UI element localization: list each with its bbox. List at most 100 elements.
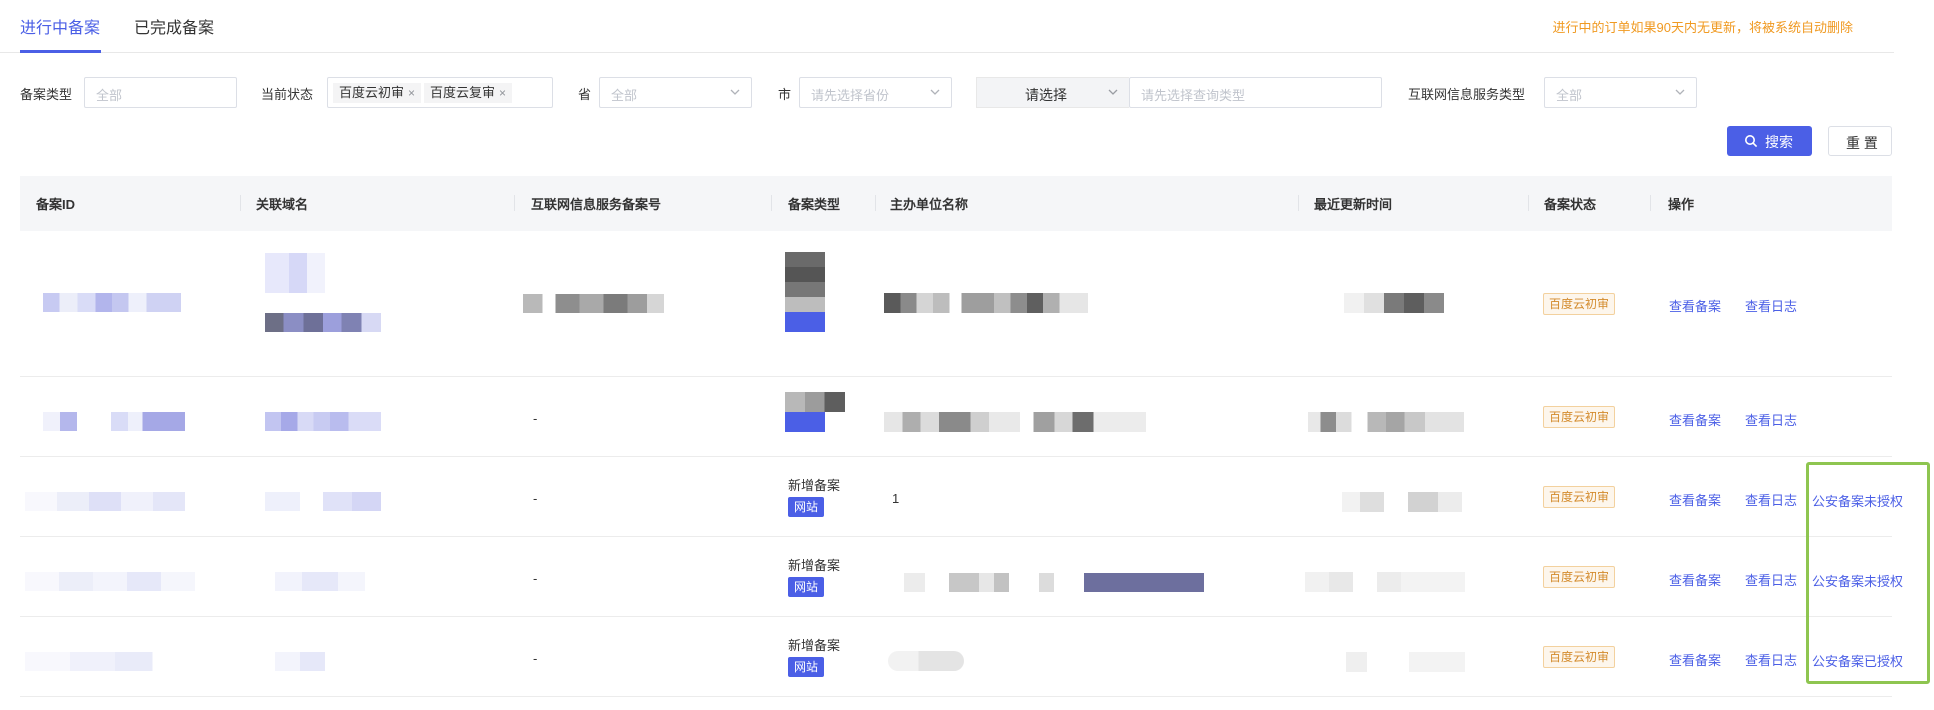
service-number: - [533,411,538,426]
masked-updated-time [1305,572,1465,592]
tab-bar: 进行中备案 已完成备案 进行中的订单如果90天内无更新，将被系统自动删除 [0,0,1894,53]
status-tag-review-label: 百度云复审 [430,85,496,100]
masked-record-id [25,572,195,591]
status-badge: 百度云初审 [1543,646,1616,668]
status-badge: 百度云初审 [1543,293,1616,315]
tab-completed[interactable]: 已完成备案 [134,14,214,38]
current-status-label: 当前状态 [261,87,314,102]
col-domain: 关联域名 [256,197,309,212]
service-type-label: 互联网信息服务类型 [1408,87,1526,102]
view-log-link[interactable]: 查看日志 [1745,410,1797,429]
active-tab-indicator [20,50,101,53]
column-divider [240,195,241,211]
col-updated-time: 最近更新时间 [1314,197,1393,212]
view-record-link[interactable]: 查看备案 [1669,490,1721,509]
reset-button[interactable]: 重 置 [1828,126,1892,156]
table-header: 备案ID 关联域名 互联网信息服务备案号 备案类型 主办单位名称 最近更新时间 … [20,176,1892,231]
col-actions: 操作 [1668,197,1695,212]
view-log-link[interactable]: 查看日志 [1745,650,1797,669]
masked-updated-time [1325,652,1465,672]
masked-domain [265,253,325,293]
search-button-label: 搜索 [1765,134,1793,150]
masked-org-name [884,412,1146,432]
record-type-title: 新增备案 [788,558,841,573]
record-type-label: 备案类型 [20,87,73,102]
col-status: 备案状态 [1544,197,1597,212]
search-icon [1745,135,1758,148]
auto-delete-notice: 进行中的订单如果90天内无更新，将被系统自动删除 [1552,20,1853,35]
masked-record-id [43,293,181,312]
masked-org-name [884,293,1088,313]
status-badge: 百度云初审 [1543,406,1616,428]
query-type-select[interactable]: 请选择 [976,77,1129,108]
masked-domain [265,412,381,431]
column-divider [514,195,515,211]
masked-type-tag [785,412,825,432]
record-type-input[interactable]: 全部 [84,77,237,108]
police-record-link[interactable]: 公安备案未授权 [1812,491,1903,510]
close-icon[interactable]: × [499,86,506,100]
masked-domain [265,313,381,332]
table-row: - 新增备案 网站 1 百度云初审 查看备案 查看日志 公安备案未授权 [20,457,1903,537]
province-select[interactable]: 全部 [599,77,752,108]
table-row: - 百度云初审 查看备案 查看日志 [20,377,1892,457]
service-type-select[interactable]: 全部 [1544,77,1697,108]
search-button[interactable]: 搜索 [1727,126,1812,156]
province-placeholder: 全部 [611,88,638,103]
tab-in-progress[interactable]: 进行中备案 [20,14,100,38]
masked-record-type [785,252,825,312]
col-record-id: 备案ID [36,197,76,212]
view-log-link[interactable]: 查看日志 [1745,490,1797,509]
table-row: - 新增备案 网站 百度云初审 查看备案 查看日志 公安备案未授权 [20,537,1903,617]
view-log-link[interactable]: 查看日志 [1745,296,1797,315]
masked-record-id [25,652,175,671]
police-record-link[interactable]: 公安备案未授权 [1812,571,1903,590]
column-divider [1528,195,1529,211]
police-record-link[interactable]: 公安备案已授权 [1812,651,1903,670]
status-badge: 百度云初审 [1543,486,1616,508]
view-record-link[interactable]: 查看备案 [1669,650,1721,669]
masked-updated-time [1344,293,1444,313]
column-divider [1650,195,1651,211]
chevron-down-icon [930,89,940,95]
masked-org-name [888,651,964,671]
col-org-name: 主办单位名称 [890,197,969,212]
record-type-placeholder: 全部 [96,88,123,103]
masked-type-tag [785,312,825,332]
reset-button-label: 重 置 [1846,135,1878,151]
masked-record-type [785,392,845,412]
service-number: - [533,491,538,506]
close-icon[interactable]: × [408,86,415,100]
masked-service-number [523,294,664,313]
status-badge: 百度云初审 [1543,566,1616,588]
status-tag-initial-label: 百度云初审 [339,85,405,100]
masked-domain [275,572,365,591]
column-divider [875,195,876,211]
table-row: - 新增备案 网站 百度云初审 查看备案 查看日志 公安备案已授权 [20,617,1903,697]
service-number: - [533,651,538,666]
record-type-title: 新增备案 [788,638,841,653]
city-label: 市 [778,87,792,102]
column-divider [771,195,772,211]
query-placeholder: 请先选择查询类型 [1141,88,1246,103]
view-log-link[interactable]: 查看日志 [1745,570,1797,589]
current-status-select[interactable]: 百度云初审 × 百度云复审 × [327,77,553,108]
query-input[interactable]: 请先选择查询类型 [1129,77,1382,108]
view-record-link[interactable]: 查看备案 [1669,296,1721,315]
view-record-link[interactable]: 查看备案 [1669,570,1721,589]
status-tag-initial: 百度云初审 × [333,83,422,103]
record-type-title: 新增备案 [788,478,841,493]
chevron-down-icon [1675,89,1685,95]
masked-updated-time [1308,412,1464,432]
col-service-no: 互联网信息服务备案号 [531,197,662,212]
query-type-value: 请选择 [1025,87,1067,103]
record-type-tag: 网站 [788,497,825,517]
view-record-link[interactable]: 查看备案 [1669,410,1721,429]
record-type-tag: 网站 [788,657,825,677]
masked-updated-time [1342,492,1462,512]
status-tag-review: 百度云复审 × [424,83,513,103]
chevron-down-icon [1108,89,1118,95]
city-select[interactable]: 请先选择省份 [799,77,952,108]
chevron-down-icon [730,89,740,95]
masked-domain [265,492,381,511]
